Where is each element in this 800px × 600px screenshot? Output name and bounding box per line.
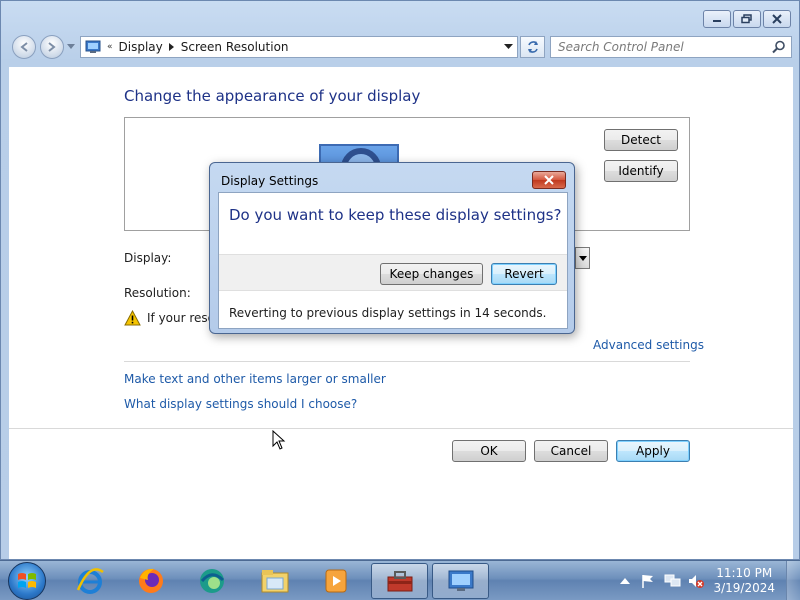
display-dropdown[interactable] <box>575 247 590 269</box>
search-box[interactable] <box>550 36 792 58</box>
system-tray <box>620 561 704 600</box>
back-arrow-icon <box>20 42 28 52</box>
clock[interactable]: 11:10 PM 3/19/2024 <box>713 566 775 596</box>
address-dropdown-icon[interactable] <box>504 44 513 50</box>
edge-icon[interactable] <box>186 563 238 599</box>
dialog-close-button[interactable] <box>532 171 566 189</box>
close-button[interactable] <box>763 10 791 28</box>
refresh-icon <box>527 41 538 53</box>
recent-pages-chevron-icon[interactable] <box>67 44 75 50</box>
display-settings-dialog: Display Settings Do you want to keep the… <box>209 162 575 334</box>
dialog-button-bar: Keep changes Revert <box>219 254 567 291</box>
breadcrumb-display[interactable]: Display <box>119 40 163 54</box>
maximize-button[interactable] <box>733 10 761 28</box>
display-settings-icon[interactable] <box>432 563 489 599</box>
clock-time: 11:10 PM <box>716 566 773 580</box>
display-help-link[interactable]: What display settings should I choose? <box>124 397 357 411</box>
detect-button[interactable]: Detect <box>604 129 678 151</box>
warning-icon <box>124 310 141 326</box>
show-hidden-icons-icon[interactable] <box>620 577 630 585</box>
dialog-question: Do you want to keep these display settin… <box>229 206 562 224</box>
network-icon[interactable] <box>664 573 682 589</box>
volume-muted-icon[interactable] <box>688 573 704 589</box>
show-desktop-button[interactable] <box>786 561 800 600</box>
minimize-icon <box>713 20 721 22</box>
keep-changes-button[interactable]: Keep changes <box>380 263 483 285</box>
restore-icon <box>741 14 752 24</box>
search-input[interactable] <box>551 37 761 57</box>
caption-buttons <box>703 10 791 28</box>
forward-arrow-icon <box>48 42 56 52</box>
dialog-body: Do you want to keep these display settin… <box>218 192 568 329</box>
windows-logo-icon <box>18 573 36 588</box>
minimize-button[interactable] <box>703 10 731 28</box>
control-panel-icon <box>85 40 101 53</box>
refresh-button[interactable] <box>520 36 545 58</box>
forward-button[interactable] <box>40 35 64 59</box>
page-title: Change the appearance of your display <box>124 87 421 105</box>
display-label: Display: <box>124 251 172 265</box>
breadcrumb-screen-resolution[interactable]: Screen Resolution <box>181 40 289 54</box>
countdown-message: Reverting to previous display settings i… <box>229 306 547 320</box>
revert-button[interactable]: Revert <box>491 263 557 285</box>
clock-date: 3/19/2024 <box>713 581 775 595</box>
taskbar: 11:10 PM 3/19/2024 <box>0 560 800 600</box>
close-icon <box>772 14 782 24</box>
dropdown-arrow-icon <box>578 255 587 261</box>
footer-divider <box>9 428 793 429</box>
start-button[interactable] <box>8 562 46 600</box>
file-explorer-icon[interactable] <box>249 563 301 599</box>
breadcrumb-separator-icon[interactable] <box>168 43 175 51</box>
address-bar[interactable]: « Display Screen Resolution <box>80 36 518 58</box>
resolution-label: Resolution: <box>124 286 191 300</box>
mouse-cursor-icon <box>272 430 286 450</box>
back-button[interactable] <box>12 35 36 59</box>
internet-explorer-icon[interactable] <box>64 563 116 599</box>
close-icon <box>544 175 554 185</box>
ok-button[interactable]: OK <box>452 440 526 462</box>
media-player-icon[interactable] <box>310 563 362 599</box>
dialog-title: Display Settings <box>221 174 319 188</box>
cancel-button[interactable]: Cancel <box>534 440 608 462</box>
text-size-link[interactable]: Make text and other items larger or smal… <box>124 372 386 386</box>
divider <box>124 361 690 362</box>
navigation-bar: « Display Screen Resolution <box>1 35 799 61</box>
identify-button[interactable]: Identify <box>604 160 678 182</box>
breadcrumb-overflow-icon[interactable]: « <box>107 42 113 52</box>
search-icon[interactable] <box>772 40 786 54</box>
apply-button[interactable]: Apply <box>616 440 690 462</box>
advanced-settings-link[interactable]: Advanced settings <box>593 338 704 352</box>
action-center-flag-icon[interactable] <box>640 573 656 589</box>
toolbox-icon[interactable] <box>371 563 428 599</box>
firefox-icon[interactable] <box>125 563 177 599</box>
